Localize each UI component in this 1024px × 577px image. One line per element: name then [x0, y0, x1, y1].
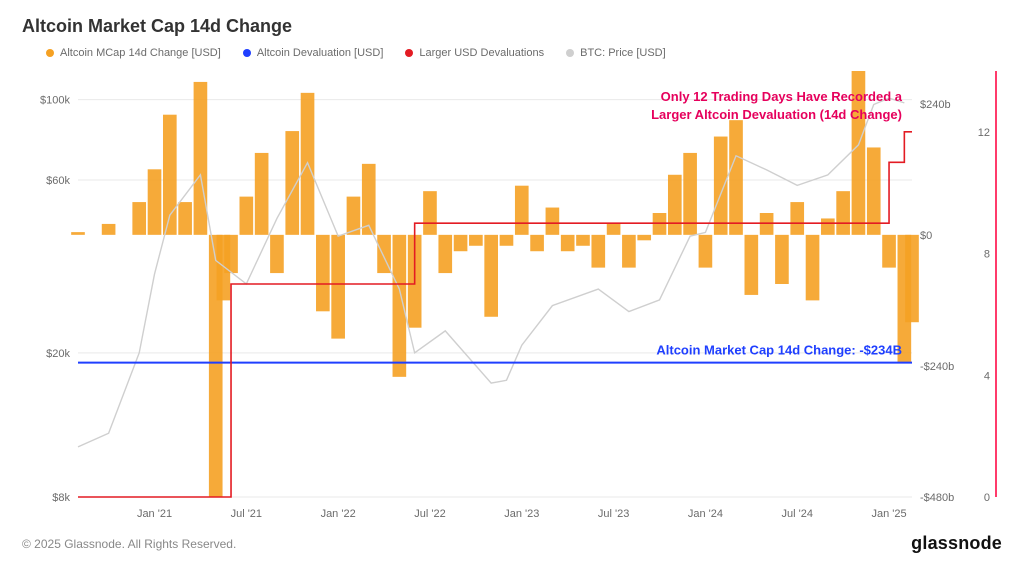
svg-text:$240b: $240b — [920, 99, 951, 111]
legend-label-3: BTC: Price [USD] — [580, 47, 666, 59]
page-title: Altcoin Market Cap 14d Change — [22, 16, 1002, 37]
legend-label-2: Larger USD Devaluations — [419, 47, 544, 59]
legend-dot-0 — [46, 49, 54, 57]
axis-bottom: Jan '21 Jul '21 Jan '22 Jul '22 Jan '23 Jul '… — [137, 508, 907, 520]
svg-text:0: 0 — [984, 492, 990, 504]
svg-text:Jan '23: Jan '23 — [504, 508, 539, 520]
legend-dot-2 — [405, 49, 413, 57]
svg-text:-$240b: -$240b — [920, 361, 954, 373]
axis-right-usd: -$480b -$240b $0 $240b — [920, 99, 954, 504]
svg-text:Jan '24: Jan '24 — [688, 508, 723, 520]
svg-text:$100k: $100k — [40, 95, 70, 107]
svg-text:12: 12 — [978, 127, 990, 139]
legend-label-1: Altcoin Devaluation [USD] — [257, 47, 384, 59]
chart-svg: $8k $20k $60k $100k -$480b -$240b $0 $240b 0 4 8… — [22, 61, 1002, 527]
svg-text:Jan '22: Jan '22 — [321, 508, 356, 520]
legend-dot-1 — [243, 49, 251, 57]
svg-text:$8k: $8k — [52, 492, 70, 504]
legend: Altcoin MCap 14d Change [USD] Altcoin De… — [46, 47, 1002, 59]
chart-area: $8k $20k $60k $100k -$480b -$240b $0 $240b 0 4 8… — [22, 61, 1002, 527]
svg-text:4: 4 — [984, 370, 990, 382]
axis-left: $8k $20k $60k $100k — [40, 95, 70, 504]
copyright: © 2025 Glassnode. All Rights Reserved. — [22, 537, 236, 551]
brand-logo: glassnode — [911, 533, 1002, 554]
svg-text:Jul '21: Jul '21 — [231, 508, 262, 520]
legend-item-3: BTC: Price [USD] — [566, 47, 666, 59]
svg-text:Jul '22: Jul '22 — [414, 508, 445, 520]
svg-text:Jul '23: Jul '23 — [598, 508, 629, 520]
legend-label-0: Altcoin MCap 14d Change [USD] — [60, 47, 221, 59]
annotation-red-2: Larger Altcoin Devaluation (14d Change) — [651, 107, 902, 122]
axis-right-count: 0 4 8 12 — [978, 127, 990, 504]
svg-text:-$480b: -$480b — [920, 492, 954, 504]
legend-dot-3 — [566, 49, 574, 57]
svg-text:Jan '25: Jan '25 — [871, 508, 906, 520]
svg-text:Jul '24: Jul '24 — [782, 508, 813, 520]
svg-text:Jan '21: Jan '21 — [137, 508, 172, 520]
legend-item-2: Larger USD Devaluations — [405, 47, 544, 59]
svg-text:8: 8 — [984, 249, 990, 261]
svg-text:$20k: $20k — [46, 348, 70, 360]
legend-item-1: Altcoin Devaluation [USD] — [243, 47, 384, 59]
svg-text:$0: $0 — [920, 230, 932, 242]
altcoin-14d-bars — [71, 71, 919, 497]
legend-item-0: Altcoin MCap 14d Change [USD] — [46, 47, 221, 59]
annotation-red-1: Only 12 Trading Days Have Recorded a — [661, 89, 903, 104]
svg-text:$60k: $60k — [46, 175, 70, 187]
annotation-blue: Altcoin Market Cap 14d Change: -$234B — [656, 343, 902, 358]
